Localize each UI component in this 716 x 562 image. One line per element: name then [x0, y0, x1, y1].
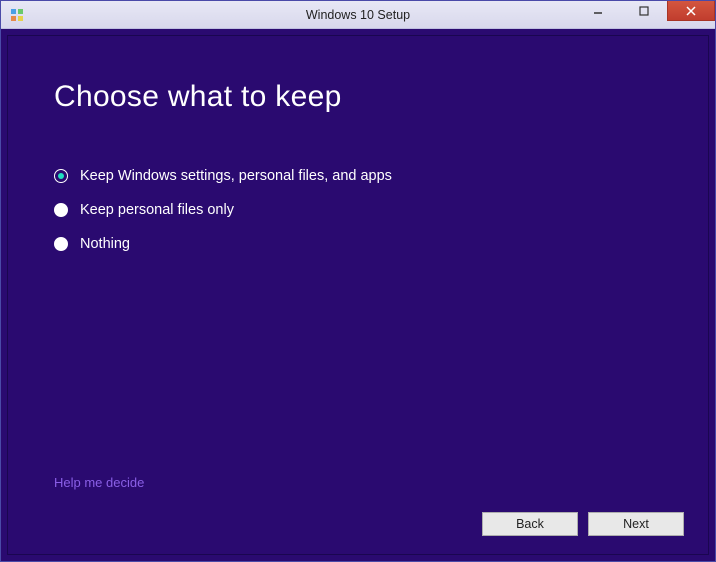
radio-icon: [54, 237, 68, 251]
option-nothing[interactable]: Nothing: [54, 236, 662, 252]
window-controls: [575, 1, 715, 28]
radio-icon: [54, 203, 68, 217]
back-button[interactable]: Back: [482, 512, 578, 536]
content-inner: Choose what to keep Keep Windows setting…: [7, 35, 709, 555]
content-area: Choose what to keep Keep Windows setting…: [1, 29, 715, 561]
next-button[interactable]: Next: [588, 512, 684, 536]
option-label: Nothing: [80, 236, 130, 252]
option-label: Keep Windows settings, personal files, a…: [80, 168, 392, 184]
option-keep-all[interactable]: Keep Windows settings, personal files, a…: [54, 168, 662, 184]
footer-buttons: Back Next: [482, 512, 684, 536]
titlebar: Windows 10 Setup: [1, 1, 715, 29]
help-link[interactable]: Help me decide: [54, 475, 144, 490]
radio-icon: [54, 169, 68, 183]
app-icon: [9, 7, 25, 23]
maximize-button[interactable]: [621, 1, 667, 21]
setup-window: Windows 10 Setup Choose what to keep Kee…: [0, 0, 716, 562]
close-button[interactable]: [667, 1, 715, 21]
options-group: Keep Windows settings, personal files, a…: [54, 168, 662, 252]
option-label: Keep personal files only: [80, 202, 234, 218]
minimize-button[interactable]: [575, 1, 621, 21]
option-files-only[interactable]: Keep personal files only: [54, 202, 662, 218]
page-heading: Choose what to keep: [54, 80, 662, 114]
